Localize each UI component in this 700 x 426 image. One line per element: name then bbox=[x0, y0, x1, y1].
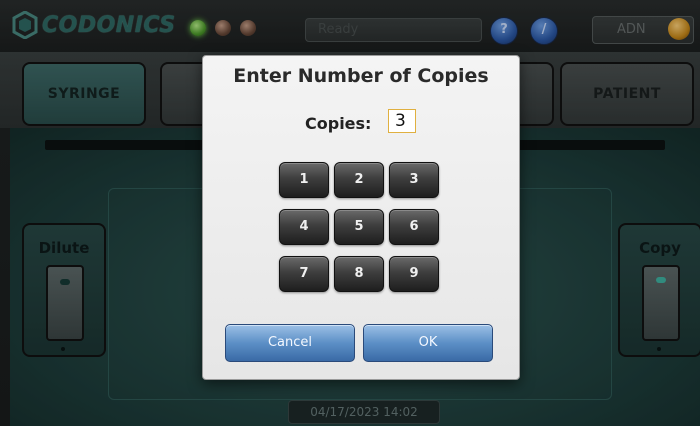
cancel-button[interactable]: Cancel bbox=[225, 324, 355, 362]
key-label: 1 bbox=[299, 172, 309, 187]
keypad-key-5[interactable]: 5 bbox=[334, 209, 384, 245]
keypad-key-1[interactable]: 1 bbox=[279, 162, 329, 198]
keypad-key-2[interactable]: 2 bbox=[334, 162, 384, 198]
key-label: 5 bbox=[354, 219, 364, 234]
key-label: 9 bbox=[409, 266, 419, 281]
key-label: 2 bbox=[354, 172, 364, 187]
keypad-key-7[interactable]: 7 bbox=[279, 256, 329, 292]
keypad-key-3[interactable]: 3 bbox=[389, 162, 439, 198]
copies-dialog: Enter Number of Copies Copies: 1 2 3 4 5… bbox=[202, 55, 520, 380]
ok-button[interactable]: OK bbox=[363, 324, 493, 362]
keypad-key-6[interactable]: 6 bbox=[389, 209, 439, 245]
keypad-key-8[interactable]: 8 bbox=[334, 256, 384, 292]
key-label: 3 bbox=[409, 172, 419, 187]
key-label: 6 bbox=[409, 219, 419, 234]
keypad-key-4[interactable]: 4 bbox=[279, 209, 329, 245]
key-label: 8 bbox=[354, 266, 364, 281]
app-window: CODONICS Ready ? / ADN SYRINGE PATIENT D… bbox=[0, 0, 700, 426]
key-label: 4 bbox=[299, 219, 309, 234]
key-label: 7 bbox=[299, 266, 309, 281]
ok-button-label: OK bbox=[418, 335, 438, 350]
cancel-button-label: Cancel bbox=[267, 335, 313, 350]
keypad-key-9[interactable]: 9 bbox=[389, 256, 439, 292]
